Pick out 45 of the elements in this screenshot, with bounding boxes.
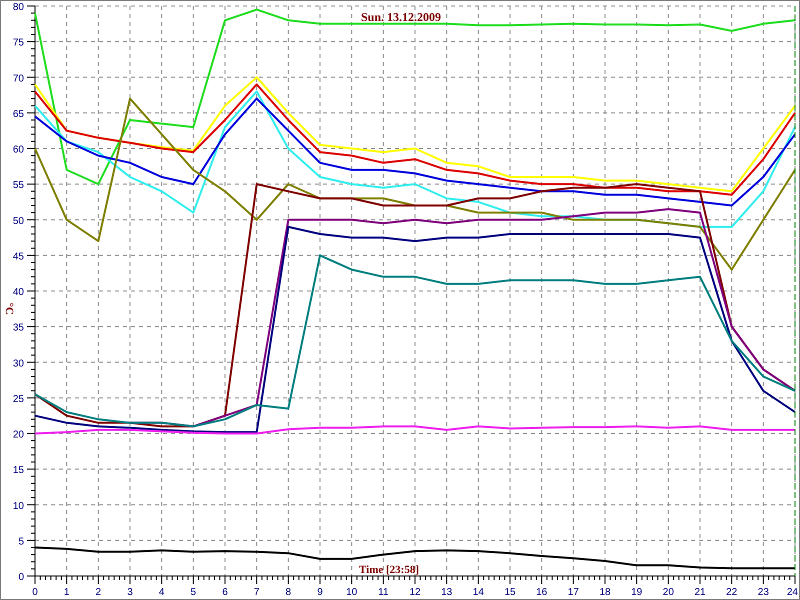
x-tick-label: 6 (222, 587, 228, 598)
x-tick-label: 0 (32, 587, 38, 598)
y-tick-label: 45 (12, 251, 24, 262)
y-tick-label: 60 (12, 144, 24, 156)
x-tick-label: 13 (441, 587, 452, 598)
x-tick-label: 16 (536, 587, 548, 598)
x-tick-label: 18 (599, 587, 611, 598)
x-tick-label: 10 (346, 587, 358, 598)
x-tick-label: 20 (662, 587, 674, 598)
x-tick-label: 2 (96, 587, 102, 598)
x-tick-label: 8 (286, 587, 292, 598)
x-tick-label: 4 (158, 587, 164, 598)
x-tick-label: 17 (568, 587, 579, 598)
x-tick-label: 7 (254, 587, 260, 598)
x-axis-label: Time [23:58] (359, 564, 419, 576)
y-tick-label: 30 (12, 358, 24, 370)
chart-title: Sun. 13.12.2009 (360, 10, 442, 24)
x-tick-label: 9 (317, 587, 323, 598)
y-tick-label: 0 (18, 572, 24, 583)
y-tick-label: 80 (12, 2, 24, 13)
x-tick-label: 1 (64, 587, 70, 598)
x-tick-label: 19 (631, 587, 642, 598)
y-tick-label: 25 (12, 394, 24, 405)
x-tick-label: 24 (786, 587, 798, 598)
x-tick-label: 22 (726, 587, 738, 598)
y-tick-label: 15 (12, 465, 24, 476)
y-tick-label: 50 (12, 216, 24, 227)
x-tick-label: 5 (190, 587, 196, 598)
x-tick-label: 3 (127, 587, 133, 598)
y-tick-label: 65 (12, 108, 24, 120)
y-tick-label: 75 (12, 38, 24, 49)
x-tick-label: 12 (409, 587, 421, 598)
x-tick-label: 23 (758, 587, 769, 598)
x-tick-label: 14 (472, 587, 484, 598)
y-tick-label: 40 (12, 287, 24, 298)
y-tick-label: 10 (12, 500, 24, 512)
y-tick-label: 5 (18, 536, 24, 548)
y-tick-label: 70 (12, 73, 24, 84)
x-tick-label: 21 (694, 587, 706, 598)
x-tick-label: 15 (504, 587, 516, 598)
y-tick-label: 35 (12, 322, 24, 334)
y-tick-label: 20 (12, 430, 24, 440)
x-tick-label: 11 (378, 587, 389, 598)
y-tick-label: 55 (12, 180, 24, 192)
y-axis-label: °C (3, 302, 15, 315)
